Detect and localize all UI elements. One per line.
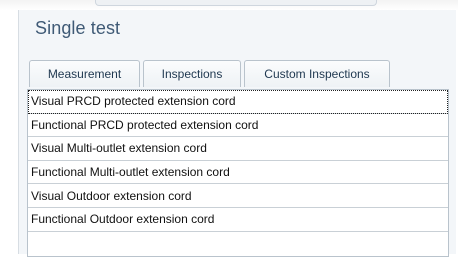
list-item[interactable]: Visual PRCD protected extension cord xyxy=(28,90,448,114)
single-test-panel: Single test Measurement Inspections Cust… xyxy=(18,10,456,257)
list-item[interactable]: Visual Multi-outlet extension cord xyxy=(28,137,448,161)
list-item[interactable]: Visual Outdoor extension cord xyxy=(28,184,448,208)
tab-measurement[interactable]: Measurement xyxy=(29,60,140,87)
panel-title: Single test xyxy=(35,18,121,38)
list-item[interactable]: Functional Outdoor extension cord xyxy=(28,208,448,232)
tab-inspections[interactable]: Inspections xyxy=(143,60,241,87)
upper-tab-edge xyxy=(95,0,377,6)
tab-custom-inspections[interactable]: Custom Inspections xyxy=(244,60,390,87)
list-item[interactable]: Functional Multi-outlet extension cord xyxy=(28,161,448,185)
list-item[interactable]: Functional PRCD protected extension cord xyxy=(28,114,448,138)
window-top-strip xyxy=(0,0,458,10)
inspection-list: Visual PRCD protected extension cord Fun… xyxy=(27,89,449,257)
tab-bar: Measurement Inspections Custom Inspectio… xyxy=(29,60,393,87)
